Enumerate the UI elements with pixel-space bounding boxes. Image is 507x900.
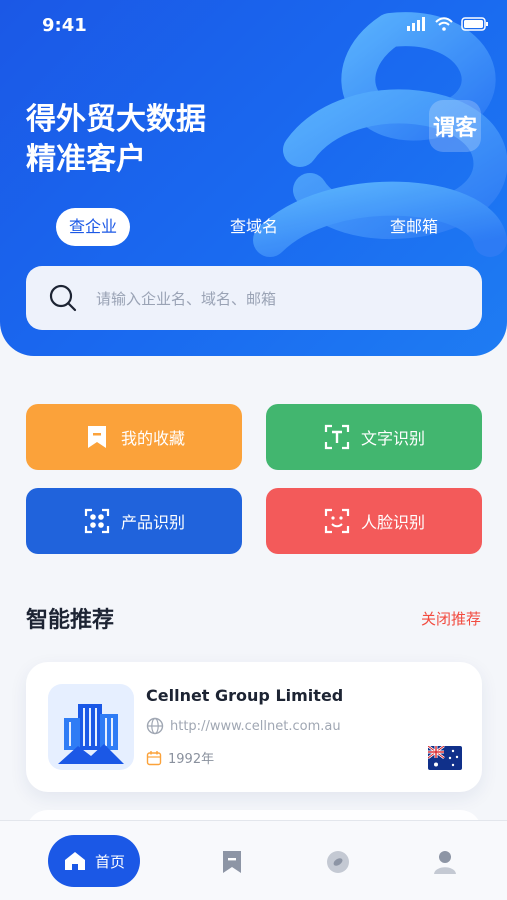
- face-recognition-button[interactable]: 人脸识别: [266, 488, 482, 554]
- hero-banner: 9:41 得外贸大数据 精准客户 谓客 查企业 查域名 查邮箱 请输入企业名、域…: [0, 0, 507, 356]
- search-type-tabs: 查企业 查域名 查邮箱: [0, 208, 507, 248]
- search-icon: [49, 284, 77, 312]
- company-card[interactable]: Cellnet Group Limited http://www.cellnet…: [26, 662, 482, 792]
- product-recognition-button[interactable]: 产品识别: [26, 488, 242, 554]
- tab-profile-icon[interactable]: [432, 849, 458, 875]
- tab-email[interactable]: 查邮箱: [374, 208, 454, 246]
- battery-icon: [461, 17, 488, 31]
- home-icon: [64, 852, 85, 870]
- bottom-tab-bar: 首页: [0, 820, 507, 900]
- signal-icon: [407, 17, 425, 31]
- product-scan-icon: [84, 508, 110, 534]
- company-founded-year: 1992年: [168, 752, 215, 767]
- company-url-row: http://www.cellnet.com.au: [146, 717, 341, 735]
- buildings-icon: [58, 704, 124, 764]
- favorites-label: 我的收藏: [120, 429, 185, 448]
- face-recognition-label: 人脸识别: [360, 513, 425, 532]
- bookmark-icon: [87, 426, 106, 448]
- text-scan-icon: [324, 424, 350, 450]
- wifi-icon: [435, 17, 453, 31]
- tab-favorites-bookmark-icon[interactable]: [219, 849, 245, 875]
- company-year-row: 1992年: [146, 748, 214, 767]
- globe-icon: [146, 717, 164, 735]
- search-bar[interactable]: 请输入企业名、域名、邮箱: [26, 266, 482, 330]
- status-time: 9:41: [42, 15, 87, 36]
- status-bar: 9:41: [0, 0, 507, 52]
- company-logo: [48, 684, 134, 770]
- text-recognition-button[interactable]: 文字识别: [266, 404, 482, 470]
- headline-line2: 精准客户: [26, 142, 146, 177]
- search-input[interactable]: 请输入企业名、域名、邮箱: [96, 288, 276, 309]
- recommend-section-title: 智能推荐: [26, 608, 115, 633]
- hero-headline: 得外贸大数据 精准客户: [26, 100, 206, 180]
- company-url[interactable]: http://www.cellnet.com.au: [170, 719, 341, 734]
- tab-discover-icon[interactable]: [325, 849, 351, 875]
- status-indicators: [407, 17, 489, 31]
- text-recognition-label: 文字识别: [360, 429, 425, 448]
- australia-flag: [428, 746, 462, 770]
- product-recognition-label: 产品识别: [120, 513, 185, 532]
- tab-home-label: 首页: [94, 852, 125, 871]
- close-recommend-link[interactable]: 关闭推荐: [421, 608, 481, 629]
- tab-domain[interactable]: 查域名: [214, 208, 294, 246]
- brand-logo: 谓客: [429, 100, 481, 152]
- calendar-icon: [146, 750, 162, 765]
- face-scan-icon: [324, 508, 350, 534]
- tab-company[interactable]: 查企业: [56, 208, 130, 246]
- company-name: Cellnet Group Limited: [146, 686, 344, 705]
- favorites-button[interactable]: 我的收藏: [26, 404, 242, 470]
- headline-line1: 得外贸大数据: [26, 102, 206, 137]
- tab-home[interactable]: 首页: [48, 835, 140, 887]
